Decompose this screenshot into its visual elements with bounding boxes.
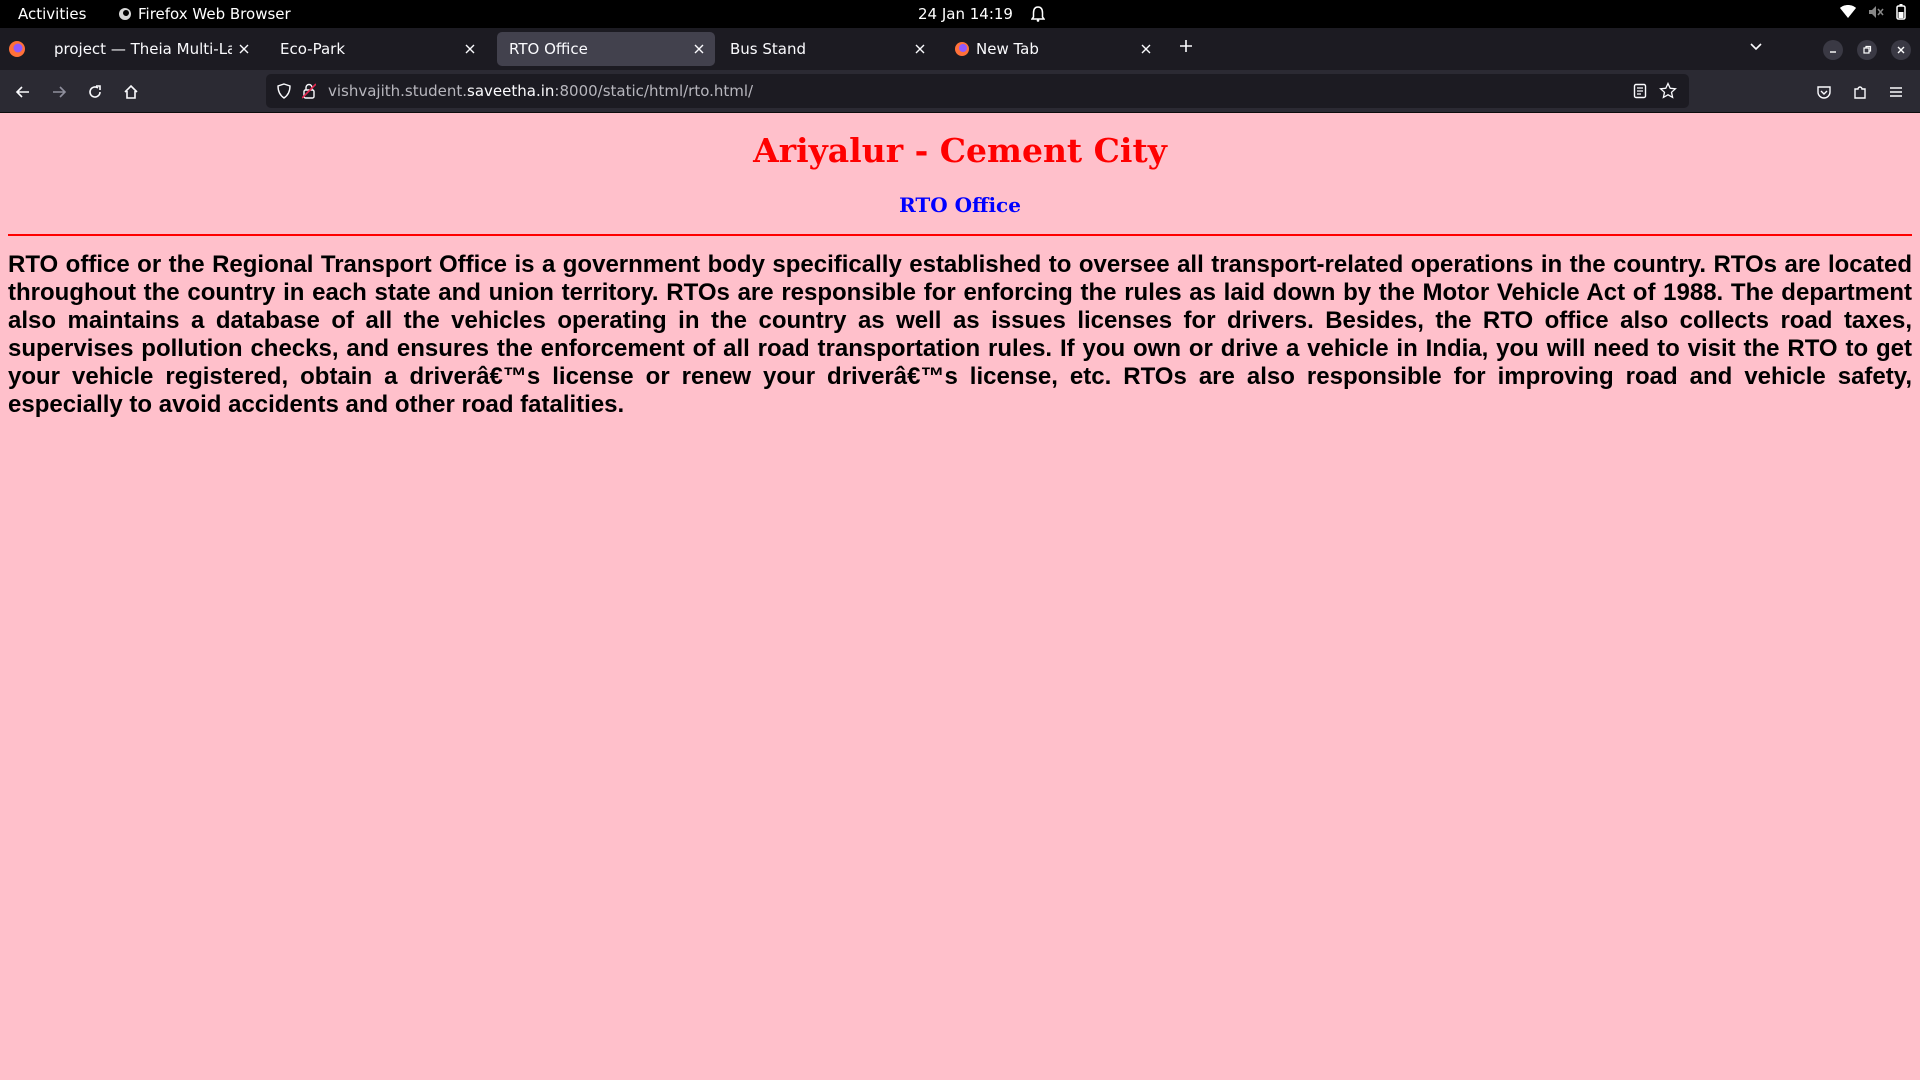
- battery-icon: [1896, 4, 1906, 20]
- system-tray[interactable]: [1840, 4, 1906, 20]
- back-arrow-icon[interactable]: [12, 81, 34, 103]
- tab-bus-stand[interactable]: Bus Stand: [718, 32, 936, 66]
- reload-icon[interactable]: [84, 81, 106, 103]
- tab-eco-park[interactable]: Eco-Park: [268, 32, 486, 66]
- tab-title: project — Theia Multi-Langu: [54, 40, 232, 58]
- tracking-shield-icon[interactable]: [276, 83, 292, 99]
- new-tab-plus-icon[interactable]: [1178, 38, 1194, 54]
- body-paragraph: RTO office or the Regional Transport Off…: [8, 251, 1912, 418]
- firefox-view-icon[interactable]: [8, 40, 26, 58]
- system-top-bar: Activities Firefox Web Browser 24 Jan 14…: [0, 0, 1920, 28]
- app-name: Firefox Web Browser: [138, 5, 291, 23]
- tab-title: New Tab: [976, 40, 1039, 58]
- url-text[interactable]: vishvajith.student.saveetha.in:8000/stat…: [328, 82, 753, 100]
- activities-button[interactable]: Activities: [18, 5, 86, 23]
- alarm-icon: [1030, 6, 1045, 22]
- reader-view-icon[interactable]: [1633, 83, 1647, 99]
- navigation-toolbar: vishvajith.student.saveetha.in:8000/stat…: [0, 70, 1920, 113]
- restore-icon[interactable]: [1857, 40, 1877, 60]
- tab-title: RTO Office: [509, 40, 588, 58]
- firefox-icon: [118, 7, 132, 21]
- forward-arrow-icon[interactable]: [48, 81, 70, 103]
- page-subtitle: RTO Office: [899, 193, 1021, 217]
- list-all-tabs-chevron-down-icon[interactable]: [1748, 38, 1764, 54]
- insecure-lock-icon[interactable]: [302, 83, 316, 99]
- home-icon[interactable]: [120, 81, 142, 103]
- wifi-icon: [1840, 5, 1856, 19]
- page-content: Ariyalur - Cement City RTO Office RTO of…: [0, 113, 1920, 1080]
- hamburger-menu-icon[interactable]: [1885, 81, 1907, 103]
- url-prefix: vishvajith.student.: [328, 82, 468, 100]
- url-path: :8000/static/html/rto.html/: [554, 82, 754, 100]
- address-bar[interactable]: vishvajith.student.saveetha.in:8000/stat…: [266, 74, 1689, 108]
- url-domain: saveetha.in: [467, 82, 555, 100]
- close-tab-icon[interactable]: [232, 37, 256, 61]
- close-tab-icon[interactable]: [908, 37, 932, 61]
- bookmark-star-icon[interactable]: [1659, 82, 1677, 100]
- firefox-icon: [954, 41, 970, 57]
- close-tab-icon[interactable]: [1134, 37, 1158, 61]
- close-tab-icon[interactable]: [687, 37, 711, 61]
- tab-strip: project — Theia Multi-Langu Eco-Park RTO…: [0, 28, 1920, 70]
- close-tab-icon[interactable]: [458, 37, 482, 61]
- close-window-icon[interactable]: [1891, 40, 1911, 60]
- datetime: 24 Jan 14:19: [918, 5, 1013, 23]
- tab-new-tab[interactable]: New Tab: [944, 32, 1162, 66]
- volume-muted-icon: [1868, 5, 1884, 19]
- tab-title: Eco-Park: [280, 40, 346, 58]
- tab-project[interactable]: project — Theia Multi-Langu: [42, 32, 260, 66]
- minimize-icon[interactable]: [1823, 40, 1843, 60]
- pocket-icon[interactable]: [1813, 81, 1835, 103]
- tab-rto-office[interactable]: RTO Office: [497, 32, 715, 66]
- clock[interactable]: 24 Jan 14:19: [918, 5, 1045, 23]
- app-menu[interactable]: Firefox Web Browser: [118, 5, 291, 23]
- page-title: Ariyalur - Cement City: [753, 131, 1167, 170]
- horizontal-divider: [8, 234, 1912, 236]
- tab-title: Bus Stand: [730, 40, 807, 58]
- extensions-puzzle-icon[interactable]: [1849, 81, 1871, 103]
